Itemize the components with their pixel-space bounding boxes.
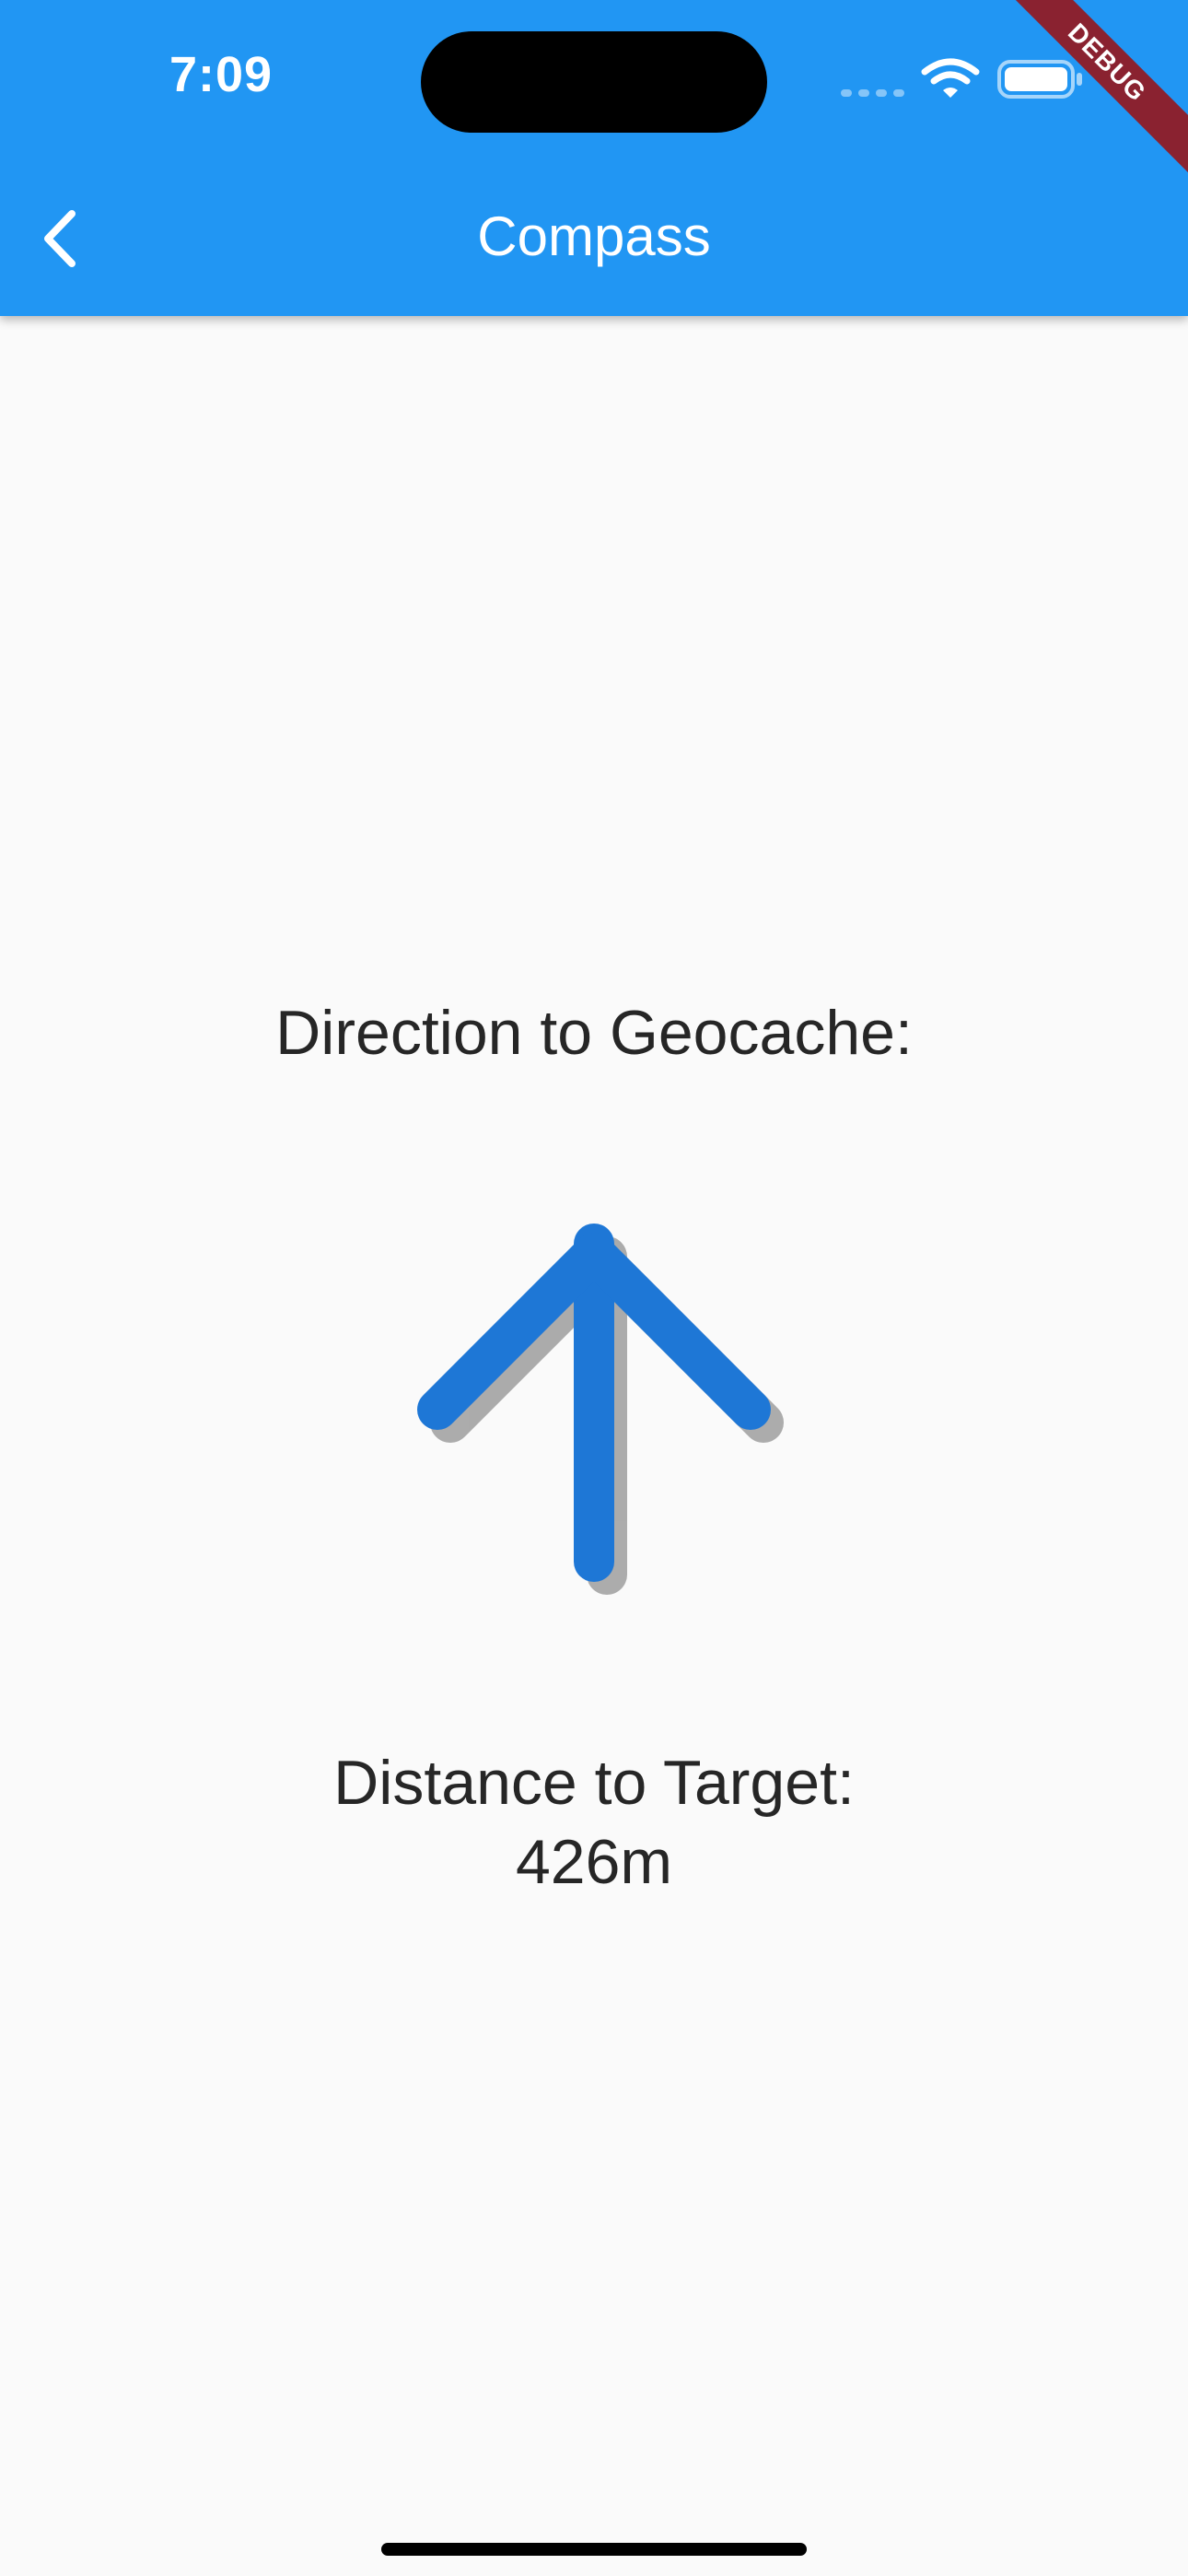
chevron-left-icon bbox=[44, 210, 76, 267]
distance-value: 426m bbox=[515, 1827, 673, 1897]
back-button[interactable] bbox=[28, 197, 92, 280]
dynamic-island bbox=[421, 31, 767, 133]
app-bar: 7:09 Compass bbox=[0, 0, 1188, 316]
wifi-icon bbox=[921, 58, 980, 98]
distance-label: Distance to Target: 426m bbox=[0, 1743, 1188, 1902]
page-title: Compass bbox=[477, 205, 711, 267]
status-time: 7:09 bbox=[169, 47, 274, 102]
home-indicator[interactable] bbox=[381, 2543, 807, 2556]
battery-icon bbox=[997, 60, 1082, 99]
cellular-signal-icon bbox=[841, 89, 904, 97]
direction-label: Direction to Geocache: bbox=[275, 998, 913, 1068]
arrow-up-icon bbox=[417, 1224, 784, 1595]
distance-caption: Distance to Target: bbox=[333, 1748, 855, 1818]
